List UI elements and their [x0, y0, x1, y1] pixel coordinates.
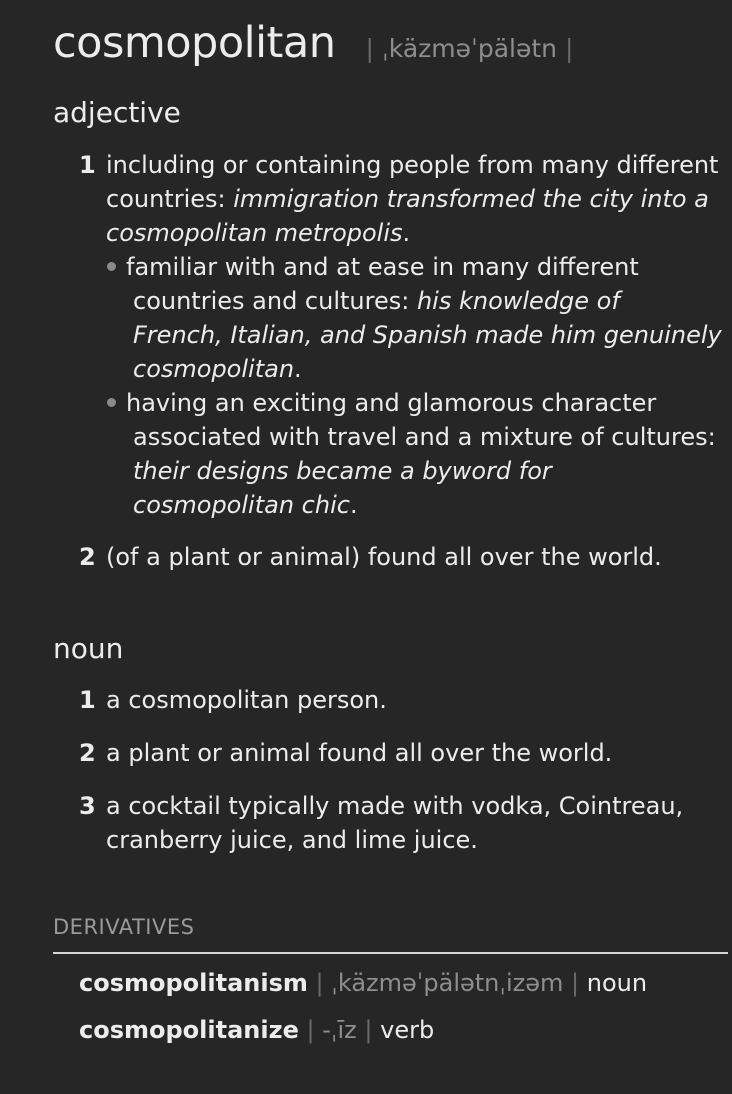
punctuation: .	[294, 355, 302, 383]
definition-text: countries and cultures:	[133, 287, 417, 315]
pron-bar-left: |	[365, 34, 374, 63]
part-of-speech-adjective: adjective	[53, 96, 181, 129]
sense-number: 3	[79, 792, 96, 820]
sense-number: 1	[79, 686, 96, 714]
headword: cosmopolitan	[53, 18, 336, 68]
example-text: French, Italian, and Spanish made him ge…	[133, 321, 722, 349]
definition-text: associated with travel and a mixture of …	[133, 423, 716, 451]
derivative-word: cosmopolitanize	[79, 1016, 299, 1044]
separator: |	[315, 969, 324, 997]
definition-text: a cosmopolitan person.	[106, 686, 387, 714]
definition-text: cranberry juice, and lime juice.	[106, 826, 478, 854]
example-text: his knowledge of	[416, 287, 620, 315]
bullet-icon	[107, 397, 116, 407]
example-text: their designs became a byword for	[133, 457, 552, 485]
adjective-subsense-1: familiar with and at ease in many differ…	[107, 250, 722, 386]
example-text: cosmopolitan	[133, 355, 295, 383]
example-text: cosmopolitan chic	[133, 491, 350, 519]
adjective-sense-2: 2 (of a plant or animal) found all over t…	[79, 540, 662, 574]
separator: |	[571, 969, 580, 997]
derivative-pos: verb	[380, 1016, 435, 1044]
separator: |	[364, 1016, 373, 1044]
part-of-speech-noun: noun	[53, 632, 124, 665]
noun-sense-2: 2 a plant or animal found all over the wo…	[79, 736, 612, 770]
definition-text: countries:	[106, 185, 234, 213]
derivative-item: cosmopolitanism | ˌkäzməˈpälətnˌizəm | n…	[79, 969, 647, 997]
pronunciation: | ˌkäzməˈpälətn |	[366, 34, 574, 63]
derivatives-heading: DERIVATIVES	[53, 915, 195, 939]
adjective-subsense-2: having an exciting and glamorous charact…	[107, 386, 716, 522]
example-text: immigration transformed the city into a	[233, 185, 709, 213]
definition-text: a plant or animal found all over the wor…	[106, 739, 613, 767]
headword-row: cosmopolitan | ˌkäzməˈpälətn |	[53, 18, 573, 68]
derivative-pos: noun	[586, 969, 648, 997]
derivative-pronunciation: ˌkäzməˈpälətnˌizəm	[331, 969, 564, 997]
adjective-sense-1: 1 including or containing people from man…	[79, 148, 718, 250]
noun-sense-3: 3 a cocktail typically made with vodka, C…	[79, 789, 683, 857]
definition-text: having an exciting and glamorous charact…	[126, 389, 657, 417]
punctuation: .	[349, 491, 358, 519]
definition-text: a cocktail typically made with vodka, Co…	[106, 792, 684, 820]
definition-text: (of a plant or animal) found all over th…	[106, 543, 662, 571]
punctuation: .	[402, 219, 411, 247]
derivative-word: cosmopolitanism	[79, 969, 308, 997]
derivative-item: cosmopolitanize | -ˌīz | verb	[79, 1016, 434, 1044]
definition-text: including or containing people from many…	[106, 151, 719, 179]
separator: |	[306, 1016, 315, 1044]
sense-number: 2	[79, 739, 96, 767]
definition-text: familiar with and at ease in many differ…	[126, 253, 639, 281]
sense-number: 2	[79, 543, 96, 571]
section-divider	[53, 952, 728, 954]
example-text: cosmopolitan metropolis	[106, 219, 403, 247]
sense-number: 1	[79, 151, 96, 179]
bullet-icon	[107, 261, 116, 271]
derivative-pronunciation: -ˌīz	[322, 1016, 357, 1044]
noun-sense-1: 1 a cosmopolitan person.	[79, 683, 387, 717]
pron-bar-right: |	[564, 34, 574, 63]
pronunciation-text: ˌkäzməˈpälətn	[381, 34, 558, 63]
dictionary-entry: cosmopolitan | ˌkäzməˈpälətn | adjective …	[0, 0, 732, 1094]
